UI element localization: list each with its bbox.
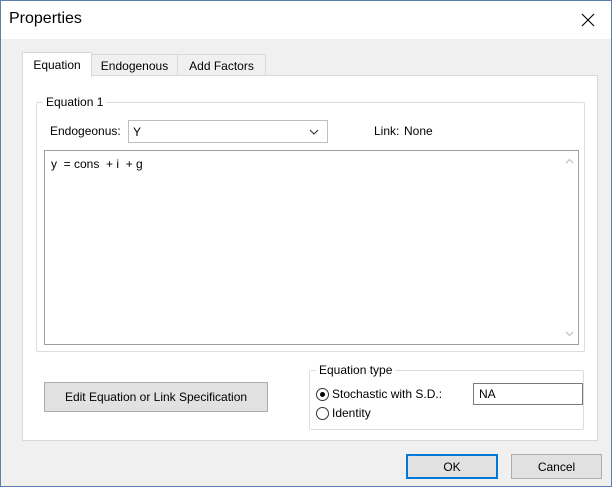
- equation-editor[interactable]: y = cons + i + g: [44, 150, 579, 345]
- window-title: Properties: [9, 10, 82, 27]
- endogenous-label: Endogeonus:: [50, 124, 121, 138]
- equation-group-legend: Equation 1: [43, 95, 107, 109]
- stochastic-label: Stochastic with S.D.:: [332, 387, 443, 401]
- stochastic-radio[interactable]: Stochastic with S.D.:: [316, 387, 442, 401]
- identity-radio[interactable]: Identity: [316, 406, 371, 420]
- equation-text: y = cons + i + g: [51, 157, 143, 171]
- ok-button[interactable]: OK: [406, 454, 498, 479]
- endogenous-select[interactable]: Y: [128, 120, 328, 143]
- close-icon: [581, 13, 595, 27]
- equation-group: Equation 1 Endogeonus: Y Link: None y = …: [36, 95, 585, 352]
- sd-input-field[interactable]: [474, 384, 582, 404]
- tab-add-factors[interactable]: Add Factors: [177, 54, 266, 76]
- title-bar: Properties: [1, 1, 611, 39]
- identity-radio-circle: [316, 406, 329, 420]
- chevron-down-icon: [565, 331, 574, 337]
- endogenous-select-value: Y: [133, 125, 142, 139]
- close-button[interactable]: [565, 1, 611, 39]
- tab-equation[interactable]: Equation: [22, 52, 92, 77]
- properties-dialog: Properties Equation Endogenous Add Facto…: [0, 0, 612, 487]
- cancel-button[interactable]: Cancel: [511, 454, 602, 479]
- equation-type-legend: Equation type: [316, 363, 396, 377]
- link-label: Link:: [374, 124, 400, 138]
- stochastic-radio-circle: [316, 387, 329, 401]
- scroll-down-button[interactable]: [561, 325, 578, 342]
- identity-label: Identity: [332, 406, 371, 420]
- equation-tab-panel: Equation 1 Endogeonus: Y Link: None y = …: [22, 75, 598, 441]
- chevron-down-icon: [309, 129, 319, 135]
- equation-type-group: Equation type Stochastic with S.D.: Iden…: [309, 363, 584, 430]
- tab-endogenous[interactable]: Endogenous: [91, 54, 178, 76]
- scroll-up-button[interactable]: [561, 153, 578, 170]
- vertical-scrollbar[interactable]: [561, 151, 578, 344]
- edit-equation-button[interactable]: Edit Equation or Link Specification: [44, 382, 268, 412]
- sd-input[interactable]: [473, 383, 583, 405]
- radio-selected-dot: [320, 391, 325, 397]
- chevron-up-icon: [565, 158, 574, 164]
- link-value: None: [404, 124, 433, 138]
